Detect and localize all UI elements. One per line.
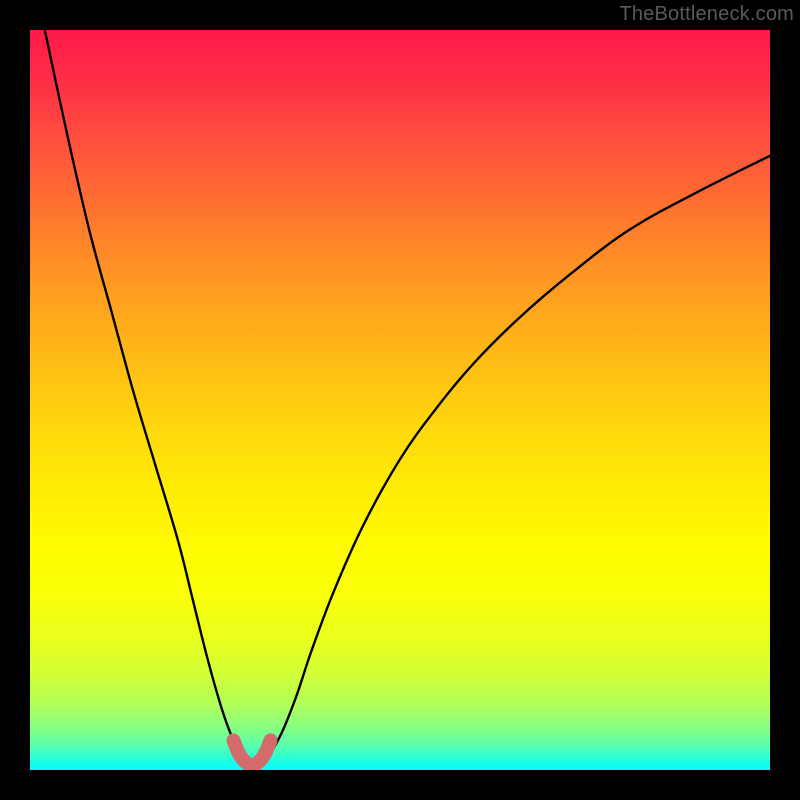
bottleneck-curve xyxy=(45,30,770,766)
watermark-text: TheBottleneck.com xyxy=(619,3,794,26)
chart-frame: TheBottleneck.com xyxy=(0,0,800,800)
curve-layer xyxy=(30,30,770,770)
plot-area xyxy=(30,30,770,770)
sweet-spot-marker xyxy=(234,740,271,765)
